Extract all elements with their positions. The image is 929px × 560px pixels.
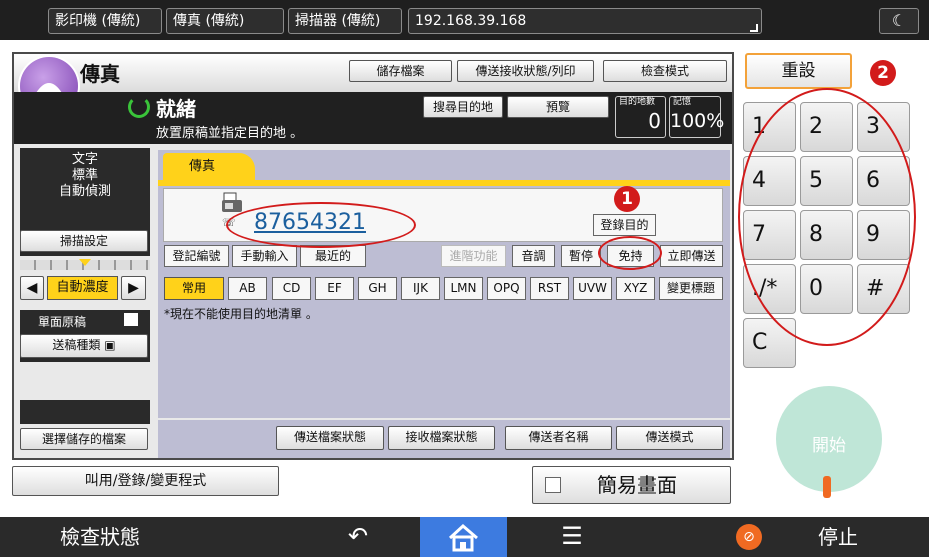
tab-copier[interactable]: 影印機 (傳統) [48, 8, 162, 34]
tab-fax[interactable]: 傳真 (傳統) [166, 8, 284, 34]
resize-corner-icon [750, 24, 758, 32]
recent-button[interactable]: 最近的 [300, 245, 366, 267]
pause-button[interactable]: 暫停 [561, 245, 601, 267]
simple-screen-label: 簡易畫面 [597, 473, 677, 497]
index-ab[interactable]: AB [228, 277, 267, 300]
simple-screen-checkbox[interactable] [545, 477, 561, 493]
density-left-arrow-icon[interactable]: ◀ [20, 276, 44, 300]
stop-button[interactable]: 停止 [818, 521, 858, 550]
status-subtext: 放置原稿並指定目的地 。 [156, 126, 304, 141]
mode-line-detect: 自動偵測 [58, 184, 111, 199]
send-receive-status-button[interactable]: 傳送接收狀態/列印 [457, 60, 594, 82]
check-status-button[interactable]: 檢查狀態 [60, 521, 140, 550]
index-ef[interactable]: EF [315, 277, 354, 300]
destination-count: 0 [648, 109, 661, 133]
send-type-button[interactable]: 送稿種類 ▣ [20, 334, 148, 358]
mode-summary: 文字 標準 自動偵測 [20, 152, 150, 200]
reset-button[interactable]: 重設 [745, 53, 852, 89]
back-icon[interactable]: ↶ [338, 519, 378, 555]
simple-screen-button[interactable]: 簡易畫面 [532, 466, 731, 504]
scan-settings-button[interactable]: 掃描設定 [20, 230, 148, 252]
tab-fax-panel[interactable]: 傳真 [163, 153, 255, 180]
select-stored-file-button[interactable]: 選擇儲存的檔案 [20, 428, 148, 450]
memory-value: 100% [670, 110, 725, 132]
manual-input-button[interactable]: 手動輸入 [232, 245, 297, 267]
store-file-button[interactable]: 儲存檔案 [349, 60, 452, 82]
single-sided-icon [124, 313, 138, 326]
annotation-badge-1: 1 [614, 186, 640, 212]
index-uvw[interactable]: UVW [573, 277, 612, 300]
index-xyz[interactable]: XYZ [616, 277, 655, 300]
send-mode-button[interactable]: 傳送模式 [616, 426, 723, 450]
mode-line-text: 文字 [71, 152, 98, 167]
memory-label: 記憶 [673, 97, 692, 107]
registration-number-button[interactable]: 登記編號 [164, 245, 229, 267]
ready-spinner-icon [128, 96, 150, 118]
check-mode-button[interactable]: 檢查模式 [603, 60, 727, 82]
single-sided-label: 單面原稿 [38, 315, 87, 329]
density-marker-icon [79, 259, 91, 266]
advanced-features-button: 進階功能 [441, 245, 506, 267]
index-opq[interactable]: OPQ [487, 277, 526, 300]
index-lmn[interactable]: LMN [444, 277, 483, 300]
start-indicator-icon [823, 476, 831, 498]
sender-name-button[interactable]: 傳送者名稱 [505, 426, 612, 450]
destination-list-note: *現在不能使用目的地清單 。 [164, 307, 318, 321]
send-file-status-button[interactable]: 傳送檔案狀態 [276, 426, 384, 450]
call-register-program-button[interactable]: 叫用/登錄/變更程式 [12, 466, 279, 496]
left-empty-slot [20, 400, 150, 424]
annotation-circle-number [226, 202, 416, 248]
annotation-badge-2: 2 [870, 60, 896, 86]
tab-underline [158, 180, 730, 186]
destination-count-box: 目的地數 0 [615, 96, 666, 138]
register-destination-button[interactable]: 登錄目的 [593, 214, 656, 236]
auto-density-button[interactable]: 自動濃度 [47, 276, 118, 300]
home-icon [448, 523, 478, 552]
receive-file-status-button[interactable]: 接收檔案狀態 [388, 426, 495, 450]
annotation-circle-keypad [738, 88, 916, 346]
app-title: 傳真 [80, 62, 120, 86]
address-field[interactable]: 192.168.39.168 [408, 8, 762, 34]
fax-machine-icon [220, 191, 244, 215]
destination-count-label: 目的地數 [619, 97, 656, 107]
index-rst[interactable]: RST [530, 277, 569, 300]
crescent-moon-icon[interactable]: ☾ [879, 8, 919, 34]
send-type-icon: ▣ [104, 338, 116, 352]
preview-button[interactable]: 預覽 [507, 96, 609, 118]
index-gh[interactable]: GH [358, 277, 397, 300]
tone-button[interactable]: 音調 [512, 245, 555, 267]
memory-box: 記憶 100% [669, 96, 725, 138]
annotation-circle-onhook [598, 236, 662, 270]
search-destination-button[interactable]: 搜尋目的地 [423, 96, 503, 118]
index-ijk[interactable]: IJK [401, 277, 440, 300]
send-type-label: 送稿種類 [52, 338, 101, 352]
stop-icon: ⊘ [736, 524, 762, 550]
mode-line-resolution: 標準 [71, 168, 98, 183]
immediate-send-button[interactable]: 立即傳送 [660, 245, 723, 267]
change-title-button[interactable]: 變更標題 [659, 277, 723, 300]
home-button[interactable] [420, 517, 507, 557]
status-text: 就緒 [156, 97, 196, 121]
index-cd[interactable]: CD [272, 277, 311, 300]
density-right-arrow-icon[interactable]: ▶ [121, 276, 146, 300]
tab-scanner[interactable]: 掃描器 (傳統) [288, 8, 402, 34]
menu-icon[interactable]: ☰ [552, 519, 592, 555]
frequent-tab[interactable]: 常用 [164, 277, 224, 300]
